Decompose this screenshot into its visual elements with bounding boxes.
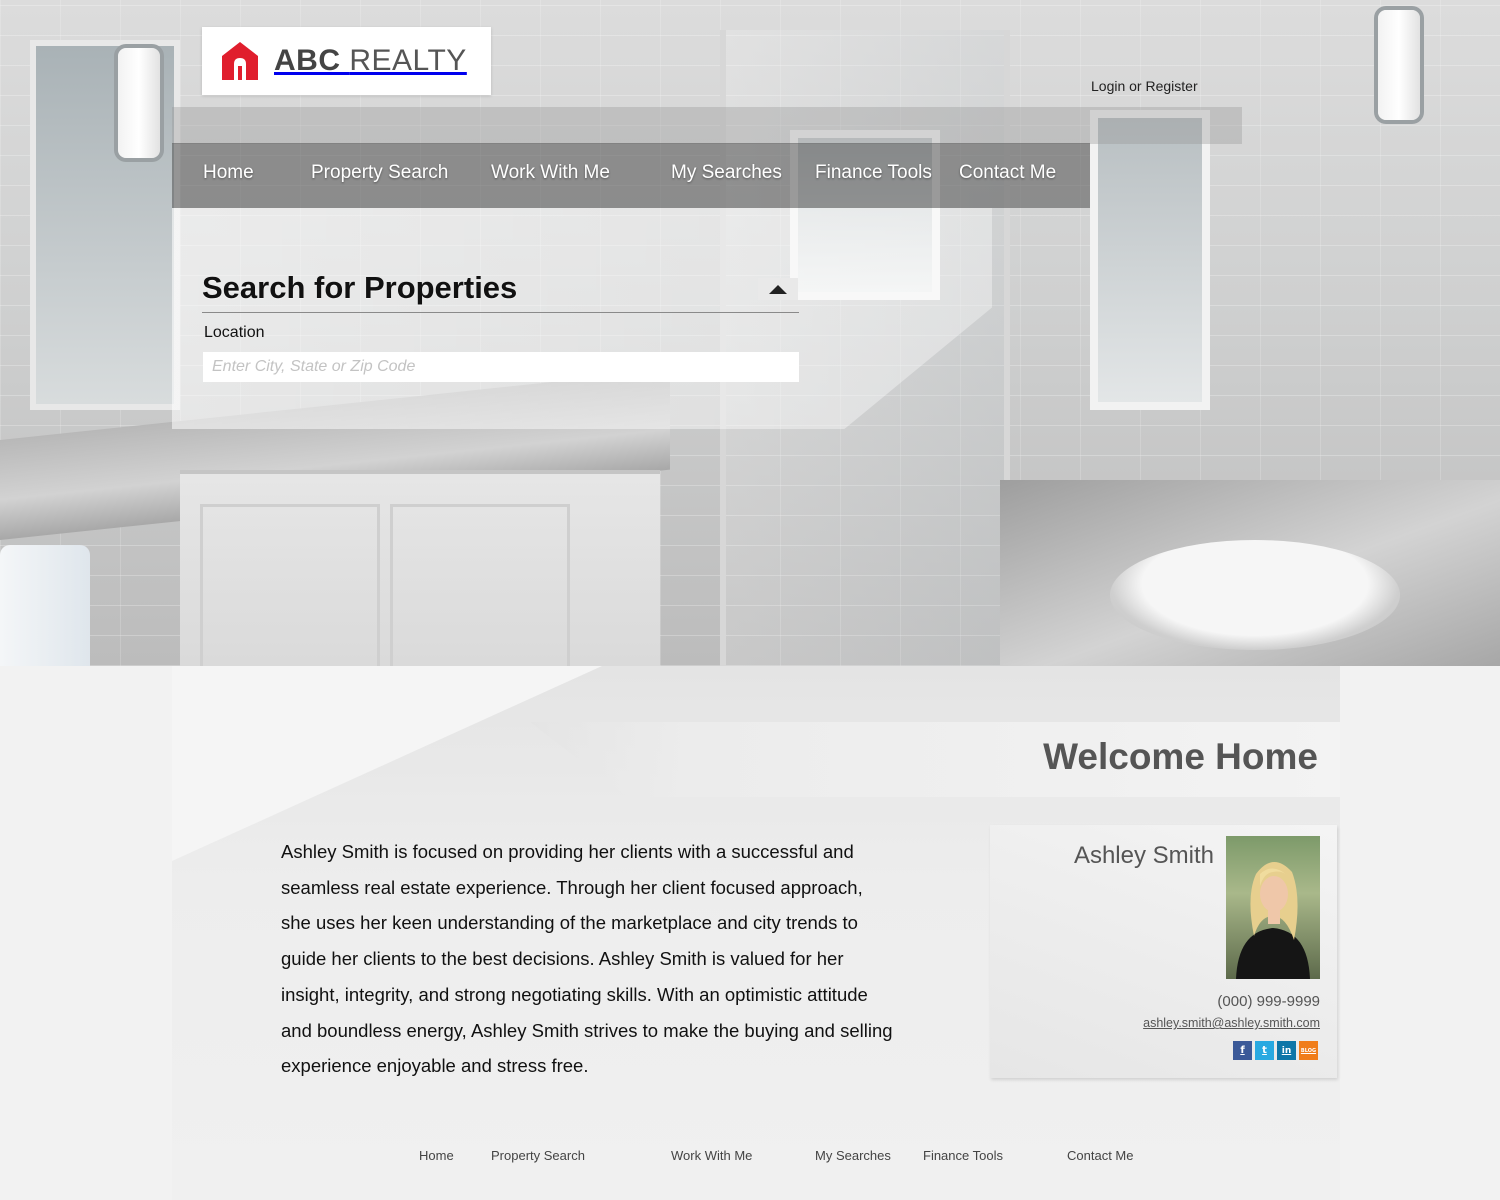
footer-item-home[interactable]: Home — [419, 1148, 454, 1163]
footer-item-property-search[interactable]: Property Search — [491, 1148, 585, 1163]
sink — [1110, 540, 1400, 650]
agent-photo — [1226, 836, 1320, 979]
towel — [0, 545, 90, 666]
social-links: f t in BLOG — [1233, 1041, 1318, 1060]
wall-sconce — [1378, 10, 1420, 120]
house-icon — [222, 42, 258, 80]
triangle-up-icon — [769, 284, 787, 294]
search-panel — [172, 208, 992, 429]
agent-portrait — [1236, 861, 1310, 979]
facebook-icon[interactable]: f — [1233, 1041, 1252, 1060]
agent-email-link[interactable]: ashley.smith@ashley.smith.com — [1143, 1016, 1320, 1030]
footer-item-my-searches[interactable]: My Searches — [815, 1148, 891, 1163]
nav-item-my-searches[interactable]: My Searches — [671, 162, 782, 184]
footer-item-finance-tools[interactable]: Finance Tools — [923, 1148, 1003, 1163]
agent-name: Ashley Smith — [1073, 842, 1214, 869]
agent-phone: (000) 999-9999 — [1217, 993, 1320, 1010]
twitter-icon[interactable]: t — [1255, 1041, 1274, 1060]
window — [1090, 110, 1210, 410]
nav-item-finance-tools[interactable]: Finance Tools — [815, 162, 932, 184]
nav-item-home[interactable]: Home — [203, 162, 254, 184]
nav-item-contact-me[interactable]: Contact Me — [959, 162, 1056, 184]
cabinet-door — [390, 504, 570, 666]
blog-icon[interactable]: BLOG — [1299, 1041, 1318, 1060]
footer-item-contact-me[interactable]: Contact Me — [1067, 1148, 1133, 1163]
footer-item-work-with-me[interactable]: Work With Me — [671, 1148, 752, 1163]
nav-item-work-with-me[interactable]: Work With Me — [491, 162, 610, 184]
header-band — [172, 107, 1242, 144]
cabinet-door — [200, 504, 380, 666]
login-register-link[interactable]: Login or Register — [1091, 78, 1198, 94]
vanity-cabinet — [180, 470, 660, 666]
agent-bio: Ashley Smith is focused on providing her… — [281, 841, 893, 1077]
nav-item-property-search[interactable]: Property Search — [311, 162, 448, 184]
search-title: Search for Properties — [202, 270, 518, 305]
location-label: Location — [204, 324, 265, 341]
location-input[interactable] — [203, 352, 799, 382]
page-title: Welcome Home — [1043, 736, 1318, 777]
linkedin-icon[interactable]: in — [1277, 1041, 1296, 1060]
wall-sconce — [118, 48, 160, 158]
divider — [202, 312, 799, 313]
brand-name: ABC REALTY — [274, 44, 467, 77]
collapse-search-button[interactable] — [758, 278, 798, 300]
main-navigation: Home Property Search Work With Me My Sea… — [172, 143, 1090, 208]
brand-logo[interactable]: ABC REALTY — [202, 27, 491, 95]
